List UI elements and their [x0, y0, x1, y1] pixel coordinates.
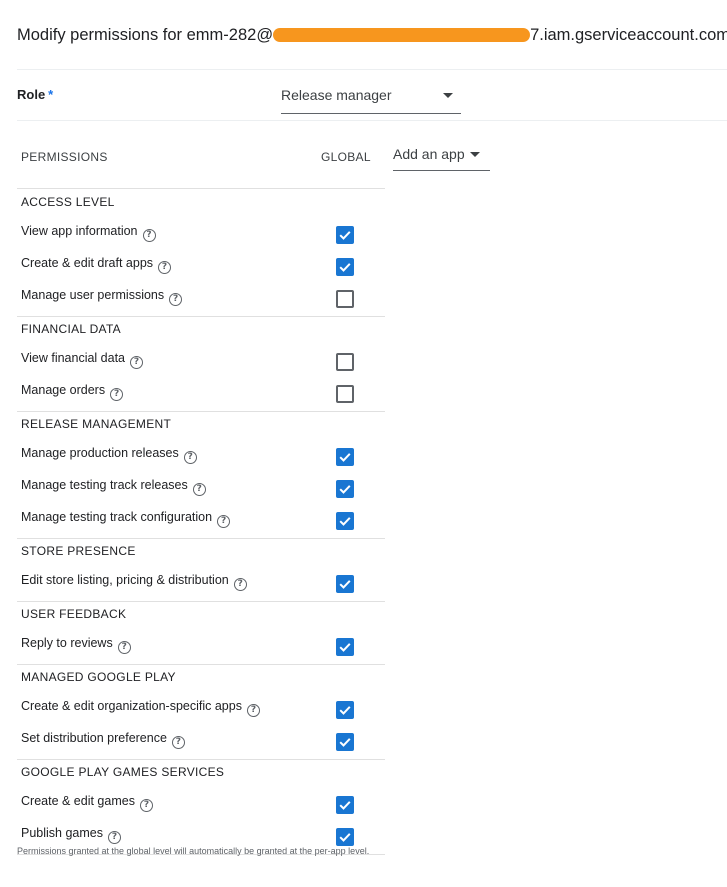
- permission-label: Reply to reviews?: [21, 636, 131, 654]
- permission-label-text: Manage orders: [21, 383, 106, 397]
- redaction-bar: [273, 27, 531, 42]
- global-permission-checkbox[interactable]: [336, 258, 354, 276]
- section-header: USER FEEDBACK: [21, 607, 127, 621]
- check-icon: [339, 517, 351, 526]
- permission-label-text: Set distribution preference: [21, 731, 167, 745]
- check-icon: [339, 801, 351, 810]
- permission-label: Manage testing track configuration?: [21, 510, 231, 528]
- permission-label-text: Publish games: [21, 826, 103, 840]
- permission-label-text: View financial data: [21, 351, 126, 365]
- check-icon: [339, 580, 351, 589]
- section-header: MANAGED GOOGLE PLAY: [21, 670, 176, 684]
- permission-label-text: Edit store listing, pricing & distributi…: [21, 573, 229, 587]
- section-divider: [17, 664, 385, 665]
- permission-label: Edit store listing, pricing & distributi…: [21, 573, 247, 591]
- global-permission-checkbox[interactable]: [336, 226, 354, 244]
- permission-label-text: Manage testing track configuration: [21, 510, 213, 524]
- global-permission-checkbox[interactable]: [336, 353, 354, 371]
- global-permission-checkbox[interactable]: [336, 575, 354, 593]
- permission-label: Manage testing track releases?: [21, 478, 206, 496]
- help-circle-icon[interactable]: ?: [233, 578, 247, 591]
- dialog-title-suffix: 7.iam.gserviceaccount.com: [530, 26, 727, 44]
- check-icon: [339, 738, 351, 747]
- help-circle-icon[interactable]: ?: [171, 736, 185, 749]
- global-permission-checkbox[interactable]: [336, 448, 354, 466]
- role-dropdown[interactable]: Release manager: [281, 80, 461, 114]
- section-header: ACCESS LEVEL: [21, 195, 115, 209]
- section-divider: [17, 411, 385, 412]
- permission-label: Create & edit organization-specific apps…: [21, 699, 260, 717]
- footnote: Permissions granted at the global level …: [17, 846, 370, 856]
- permissions-column-header: PERMISSIONS: [21, 150, 108, 164]
- permission-label: Manage production releases?: [21, 446, 197, 464]
- permission-label: Manage user permissions?: [21, 288, 183, 306]
- title-divider: [17, 69, 727, 70]
- check-icon: [339, 706, 351, 715]
- help-circle-icon[interactable]: ?: [217, 515, 231, 528]
- global-permission-checkbox[interactable]: [336, 638, 354, 656]
- role-dropdown-value: Release manager: [281, 87, 392, 103]
- permission-label: Create & edit games?: [21, 794, 153, 812]
- permission-label: View financial data?: [21, 351, 144, 369]
- help-circle-icon[interactable]: ?: [158, 261, 172, 274]
- header-divider: [17, 188, 385, 189]
- section-divider: [17, 759, 385, 760]
- role-label: Role *: [17, 87, 53, 103]
- permission-label-text: Manage testing track releases: [21, 478, 188, 492]
- role-label-text: Role: [17, 87, 46, 102]
- section-header: GOOGLE PLAY GAMES SERVICES: [21, 765, 225, 779]
- help-circle-icon[interactable]: ?: [108, 831, 121, 844]
- help-circle-icon[interactable]: ?: [142, 229, 156, 242]
- section-divider: [17, 316, 385, 317]
- global-permission-checkbox[interactable]: [336, 701, 354, 719]
- help-circle-icon[interactable]: ?: [117, 641, 131, 654]
- permission-label-text: Manage user permissions: [21, 288, 165, 302]
- check-icon: [339, 453, 351, 462]
- section-header: RELEASE MANAGEMENT: [21, 417, 172, 431]
- help-circle-icon[interactable]: ?: [139, 799, 153, 812]
- permission-label-text: Create & edit draft apps: [21, 256, 154, 270]
- help-circle-icon[interactable]: ?: [246, 704, 260, 717]
- permission-label-text: View app information: [21, 224, 138, 238]
- role-divider: [17, 120, 727, 121]
- help-circle-icon[interactable]: ?: [130, 356, 144, 369]
- global-permission-checkbox[interactable]: [336, 480, 354, 498]
- required-marker: *: [48, 87, 54, 102]
- dialog-title: Modify permissions for emm-282@ 7.iam.gse…: [17, 22, 727, 48]
- check-icon: [339, 833, 351, 842]
- permission-label: Publish games?: [21, 826, 121, 844]
- permission-label-text: Create & edit organization-specific apps: [21, 699, 242, 713]
- triangle-down-icon: [470, 152, 480, 157]
- check-icon: [339, 485, 351, 494]
- permission-label: Set distribution preference?: [21, 731, 185, 749]
- global-permission-checkbox[interactable]: [336, 290, 354, 308]
- permission-label: Create & edit draft apps?: [21, 256, 172, 274]
- global-permission-checkbox[interactable]: [336, 512, 354, 530]
- global-permission-checkbox[interactable]: [336, 828, 354, 846]
- permission-label: View app information?: [21, 224, 156, 242]
- global-column-header: GLOBAL: [321, 150, 371, 164]
- section-header: STORE PRESENCE: [21, 544, 136, 558]
- section-divider: [17, 601, 385, 602]
- help-circle-icon[interactable]: ?: [192, 483, 206, 496]
- section-header: FINANCIAL DATA: [21, 322, 121, 336]
- dialog-title-prefix: Modify permissions for emm-282@: [17, 26, 274, 44]
- check-icon: [339, 263, 351, 272]
- help-circle-icon[interactable]: ?: [183, 451, 197, 464]
- section-divider: [17, 538, 385, 539]
- check-icon: [339, 231, 351, 240]
- global-permission-checkbox[interactable]: [336, 385, 354, 403]
- permission-label: Manage orders?: [21, 383, 124, 401]
- permission-label-text: Create & edit games: [21, 794, 135, 808]
- check-icon: [339, 643, 351, 652]
- global-permission-checkbox[interactable]: [336, 796, 354, 814]
- global-permission-checkbox[interactable]: [336, 733, 354, 751]
- help-circle-icon[interactable]: ?: [110, 388, 124, 401]
- add-app-dropdown[interactable]: Add an app: [393, 139, 490, 171]
- add-app-dropdown-label: Add an app: [393, 146, 465, 162]
- help-circle-icon[interactable]: ?: [169, 293, 183, 306]
- triangle-down-icon: [443, 93, 453, 98]
- permission-label-text: Manage production releases: [21, 446, 179, 460]
- permission-label-text: Reply to reviews: [21, 636, 113, 650]
